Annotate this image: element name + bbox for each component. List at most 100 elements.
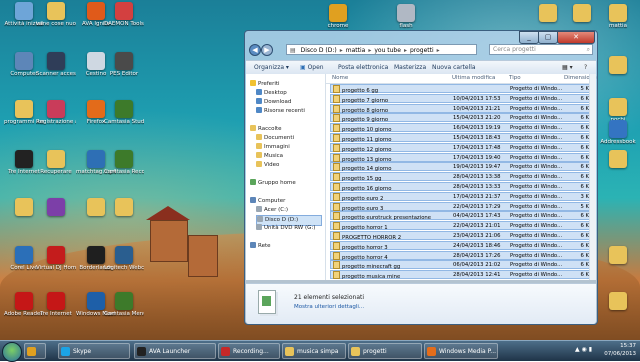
audio-recorder-shortcut[interactable]: Registrazione audio [36,100,76,125]
folder-shortcut[interactable] [598,246,638,265]
camtasia-shortcut[interactable]: Camtasia Studio [104,100,144,125]
musica-folder-task[interactable]: musica simpa [282,343,346,359]
camtasia-menumaker-shortcut[interactable]: Camtasia MenuMaker [104,292,144,317]
file-row[interactable]: progetto euro 3 22/04/2013 17:29 Progetto … [330,201,592,211]
file-name-text: progetto 7 giorno [342,97,389,103]
file-row[interactable]: progetto horror 4 28/04/2013 17:26 Progett… [330,250,592,260]
nav-item[interactable]: Gruppo home [250,179,320,188]
chrome-task-icon[interactable] [24,343,46,359]
view-options-icon[interactable]: ▦ ▾ [562,61,573,74]
file-row[interactable]: progetto 11 giorno 15/04/2013 18:43 Proget… [330,133,592,142]
system-clock[interactable]: 15:37 07/06/2013 [596,342,636,360]
close-button[interactable]: ✕ [557,31,595,44]
file-row[interactable]: progetto eurotruck presentazione 04/04/20… [330,211,592,221]
burn-button[interactable]: Masterizza [394,61,426,74]
help-icon[interactable]: ? [584,61,587,74]
winrar-shortcut[interactable] [36,198,76,217]
file-row[interactable]: progetto 10 giorno 16/04/2013 19:19 Proget… [330,123,592,133]
nav-item[interactable]: Video [256,161,320,170]
daemon-tools-shortcut[interactable]: DAEMON Tools Lite [104,2,144,27]
nav-item[interactable]: Computer [250,197,320,206]
nav-item[interactable]: Musica [256,152,320,161]
media-player-task[interactable]: Windows Media P... [424,343,498,359]
file-row[interactable]: progetto 15 gg 28/04/2013 13:38 Progetto d… [330,172,592,182]
flash-shortcut[interactable]: flash [386,4,426,29]
nav-item[interactable]: Immagini [256,143,320,152]
column-name[interactable]: Nome [332,74,348,83]
recover-folder-shortcut[interactable]: Recuperare [36,150,76,175]
breadcrumb-item[interactable]: you tube [374,45,401,54]
nav-item[interactable]: Acer (C:) [256,206,320,215]
addressbook-shortcut[interactable]: Addressbook [598,120,638,145]
file-row[interactable]: PROGETTO HORROR 2 23/04/2013 21:06 Progett… [330,231,592,240]
back-icon[interactable]: ◀ [249,44,261,56]
file-row[interactable]: progetto horror 3 24/04/2013 18:46 Progett… [330,240,592,250]
ava-launcher-task[interactable]: AVA Launcher [134,343,216,359]
nav-item[interactable]: Rete [250,242,320,251]
file-name-text: progetto 10 giorno [342,127,392,133]
pes-editor-shortcut[interactable]: PES Editor [104,52,144,77]
maximize-button[interactable]: ▢ [538,31,558,44]
column-type[interactable]: Tipo [509,74,521,83]
more-details-link[interactable]: Mostra ulteriori dettagli... [294,304,364,310]
file-row[interactable]: progetto euro 2 17/04/2013 21:37 Progetto … [330,191,592,201]
breadcrumb-item[interactable]: progetti [410,45,434,54]
nav-item[interactable]: Risorse recenti [256,107,320,116]
chrome-shortcut[interactable]: chrome [318,4,358,29]
file-row[interactable]: progetto horror 1 22/04/2013 21:01 Progett… [330,221,592,231]
address-breadcrumb[interactable]: ▤ Disco D (D:) ▸ mattia ▸ you tube ▸ progetti ▸ [286,44,477,55]
nav-item[interactable]: Documenti [256,134,320,143]
window-titlebar[interactable]: _ ▢ ✕ [245,31,597,44]
file-row[interactable]: progetto 16 giorno 28/04/2013 13:33 Proget… [330,182,592,191]
nav-item[interactable]: Unità DVD RW (G:) [256,224,320,233]
file-row[interactable]: progetto 12 giorno 17/04/2013 17:48 Proget… [330,142,592,152]
file-date: 24/04/2013 18:46 [453,242,501,249]
folder-shortcut[interactable] [562,4,602,23]
scanner-shortcut[interactable]: Scanner accessorio [36,52,76,77]
open-label: Open [307,64,324,71]
minimize-button[interactable]: _ [519,31,539,44]
user-folder-shortcut[interactable]: mattia [598,4,638,29]
forward-icon[interactable]: ▶ [261,44,273,56]
scrollbar[interactable] [589,74,596,280]
file-row[interactable]: progetto 7 giorno 10/04/2013 17:53 Progett… [330,93,592,103]
file-row[interactable]: progetto 14 giorno 19/04/2013 19:47 Proget… [330,162,592,172]
search-input[interactable]: Cerca progetti ⌕ [489,44,593,55]
new-folder-button[interactable]: Nuova cartella [432,61,476,74]
skype-task[interactable]: Skype [58,343,130,359]
folder-shortcut[interactable] [598,56,638,75]
breadcrumb-item[interactable]: Disco D (D:) [301,45,337,54]
open-button[interactable]: ▣ Open [300,61,324,74]
nav-item-label: Desktop [264,90,287,96]
folder-shortcut[interactable] [104,198,144,217]
logitech-shortcut[interactable]: Logitech Webcam [104,246,144,271]
nav-item-icon [250,179,256,185]
nav-item[interactable]: Raccolte [250,125,320,134]
nav-item[interactable]: Preferiti [250,80,320,89]
tre-internet-shortcut[interactable]: Tre Internet [36,292,76,317]
folder-shortcut[interactable] [598,292,638,311]
start-button[interactable] [2,342,22,362]
organize-button[interactable]: Organizza ▾ [254,61,289,74]
wallpaper-house [188,235,218,277]
file-row[interactable]: progetto minecraft gg 06/04/2013 21:02 Pro… [330,260,592,270]
folder-shortcut[interactable] [598,150,638,169]
file-date: 17/04/2013 19:40 [453,154,501,161]
recording-task[interactable]: Recording... [218,343,280,359]
nav-item[interactable]: Download [256,98,320,107]
camtasia-recorder-shortcut[interactable]: Camtasia Recorder [104,150,144,175]
file-row[interactable]: progetto 6 gg Progetto di Windo... 5 K [330,84,592,93]
column-date[interactable]: Ultima modifica [452,74,495,83]
tray-icons[interactable]: ▲ ◉ ▮ [575,346,592,353]
virtualdj-shortcut[interactable]: Virtual DJ Home FREE [36,246,76,271]
progetti-folder-task[interactable]: progetti [348,343,422,359]
nav-item[interactable]: Desktop [256,89,320,98]
file-row[interactable]: progetto musica mine 28/04/2013 12:41 Prog… [330,270,592,280]
file-row[interactable]: progetto 9 giorno 15/04/2013 21:20 Progett… [330,113,592,123]
folder-shortcut[interactable]: vane cose nuove [36,2,76,27]
file-name-text: progetto 11 giorno [342,137,392,142]
breadcrumb-item[interactable]: mattia [346,45,366,54]
file-row[interactable]: progetto 8 giorno 10/04/2013 21:21 Progett… [330,103,592,113]
file-row[interactable]: progetto 13 giorno 17/04/2013 19:40 Proget… [330,152,592,162]
email-button[interactable]: Posta elettronica [338,61,388,74]
